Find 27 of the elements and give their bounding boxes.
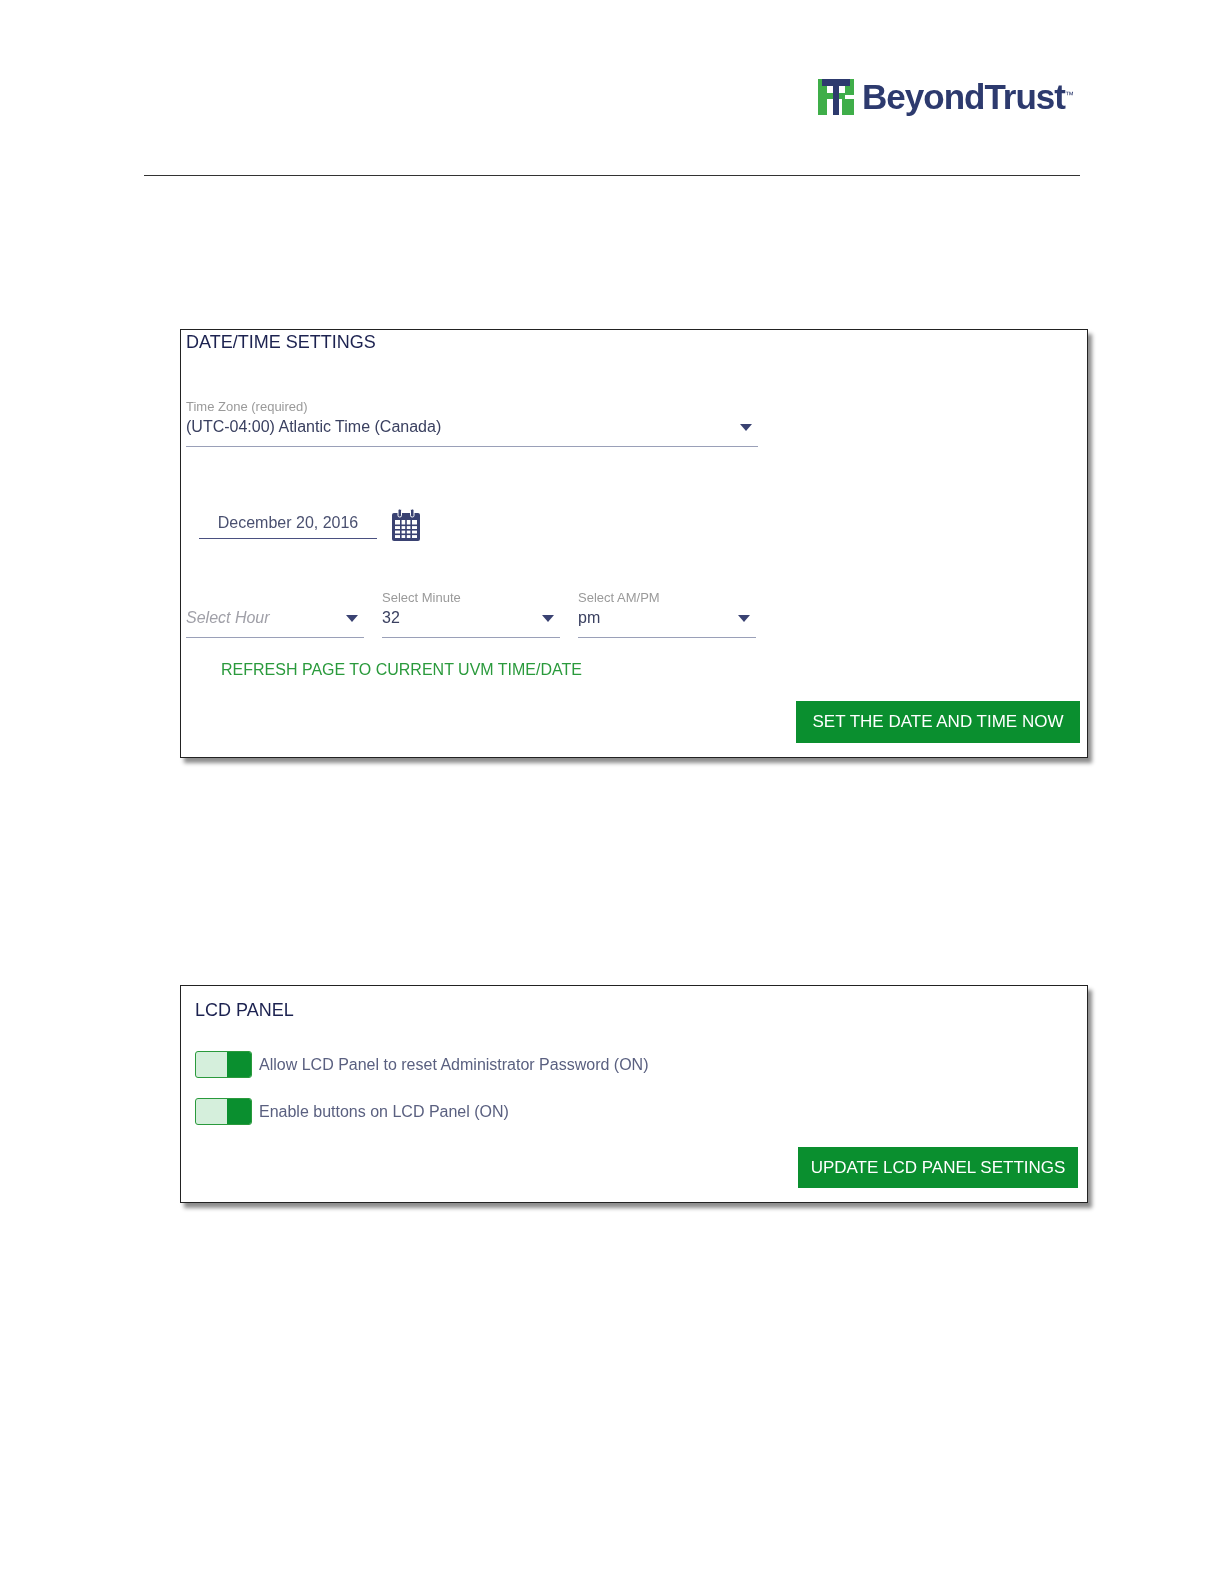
update-lcd-button[interactable]: UPDATE LCD PANEL SETTINGS <box>798 1147 1078 1188</box>
toggle-label: Allow LCD Panel to reset Administrator Password (ON) <box>259 1054 649 1075</box>
placeholder-text: Select Hour <box>186 608 270 628</box>
timezone-select[interactable]: Time Zone (required) (UTC-04:00) Atlantic Time (Canada) <box>186 399 758 447</box>
set-date-time-button[interactable]: SET THE DATE AND TIME NOW <box>796 701 1080 743</box>
toggle-switch[interactable] <box>195 1051 252 1078</box>
date-field[interactable]: December 20, 2016 <box>199 511 377 539</box>
field-label: Time Zone (required) <box>186 399 309 415</box>
refresh-link[interactable]: REFRESH PAGE TO CURRENT UVM TIME/DATE <box>221 660 582 680</box>
caret-icon <box>738 614 750 622</box>
select-value: 32 <box>382 608 400 628</box>
toggle-label: Enable buttons on LCD Panel (ON) <box>259 1101 509 1122</box>
panel-title: LCD PANEL <box>195 999 295 1021</box>
panel-title: DATE/TIME SETTINGS <box>186 331 377 353</box>
field-label: Select AM/PM <box>578 590 661 606</box>
caret-icon <box>346 614 358 622</box>
logo-wordmark: BeyondTrust$^{™}$ <box>862 78 1074 116</box>
toggle-switch[interactable] <box>195 1098 252 1125</box>
logo-icon <box>818 79 855 115</box>
field-label: Select Minute <box>382 590 462 606</box>
select-value: pm <box>578 608 601 628</box>
caret-icon <box>740 423 752 431</box>
time-select[interactable]: Select AM/PM pm <box>578 590 756 638</box>
caret-icon <box>542 614 554 622</box>
calendar-icon[interactable] <box>392 509 420 541</box>
select-value: (UTC-04:00) Atlantic Time (Canada) <box>186 417 442 437</box>
time-select[interactable]: Select Minute 32 <box>382 590 560 638</box>
